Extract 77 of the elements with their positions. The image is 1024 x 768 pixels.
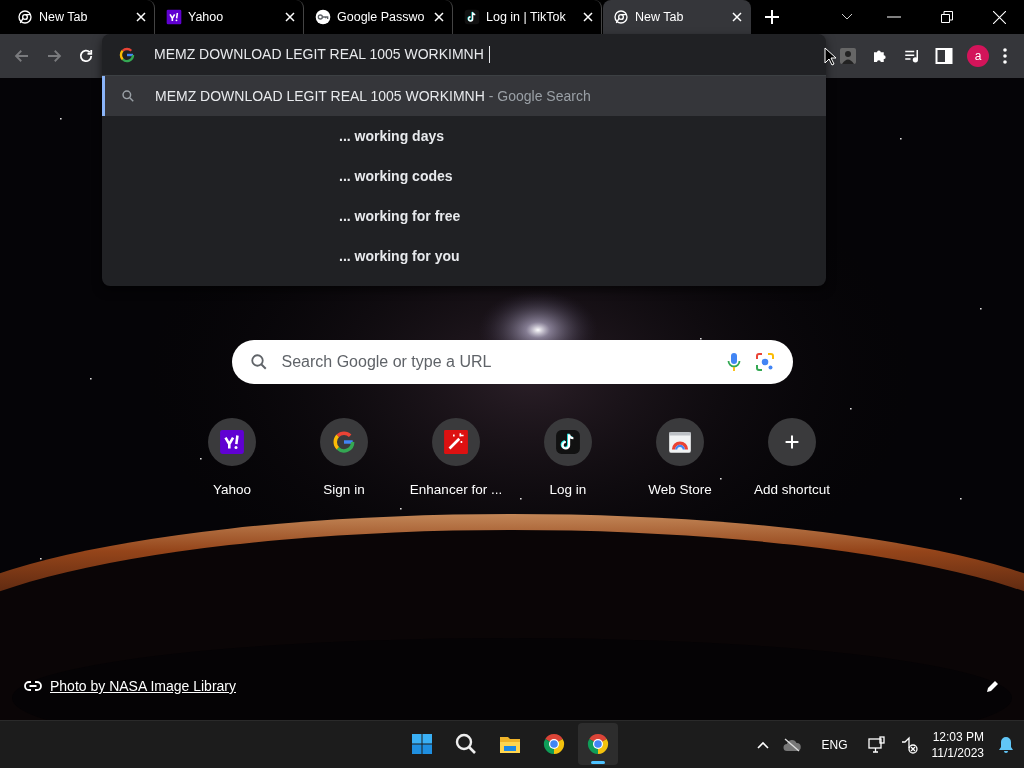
- music-note-icon: [555, 429, 581, 455]
- menu-icon[interactable]: [1003, 48, 1007, 64]
- magic-wand-icon: [443, 429, 469, 455]
- side-panel-icon[interactable]: [935, 47, 953, 65]
- music-note-icon: [464, 9, 480, 25]
- shortcut-tile[interactable]: Sign in: [288, 418, 400, 497]
- close-icon[interactable]: [434, 12, 444, 22]
- shortcut-tile[interactable]: Yahoo: [176, 418, 288, 497]
- restore-icon[interactable]: [941, 11, 953, 23]
- cursor-icon: [824, 47, 836, 66]
- photo-credit-link[interactable]: Photo by NASA Image Library: [50, 678, 236, 694]
- suggestion-row[interactable]: ... working for free: [102, 196, 826, 236]
- search-field[interactable]: Search Google or type a URL: [231, 340, 793, 384]
- suggestion-row[interactable]: ... working codes: [102, 156, 826, 196]
- tab-title: Log in | TikTok: [486, 10, 567, 24]
- close-icon[interactable]: [583, 12, 593, 22]
- shortcut-tile[interactable]: Enhancer for ...: [400, 418, 512, 497]
- shortcut-label: Enhancer for ...: [409, 482, 503, 497]
- microphone-icon[interactable]: [726, 352, 741, 372]
- clock-date[interactable]: 11/1/2023: [931, 744, 984, 761]
- suggestion-text: ... working for you: [339, 248, 460, 264]
- logo-icon: [166, 9, 182, 25]
- chevron-up-icon[interactable]: [757, 740, 770, 749]
- suggestion-row[interactable]: ... working days: [102, 116, 826, 156]
- suggestion-text: MEMZ DOWNLOAD LEGIT REAL 1005 WORKIMNH - Google Search: [155, 88, 591, 104]
- shortcut-label: Sign in: [323, 482, 365, 497]
- close-icon[interactable]: [993, 10, 1006, 24]
- search-placeholder: Search Google or type a URL: [281, 353, 493, 371]
- tab-title: New Tab: [635, 10, 685, 24]
- chrome-icon: [613, 9, 629, 25]
- shortcut-label: Yahoo: [212, 482, 251, 497]
- shortcut-tile[interactable]: Log in: [512, 418, 624, 497]
- shortcut-label: Add shortcut: [754, 482, 830, 497]
- profile-avatar[interactable]: a: [967, 45, 989, 67]
- browser-tab[interactable]: New Tab: [603, 0, 751, 34]
- clock-time[interactable]: 12:03 PM: [932, 728, 984, 745]
- shopping-bag-icon: [667, 429, 693, 455]
- multicolor-ring-icon: [118, 45, 136, 64]
- tab-title: Yahoo: [188, 10, 225, 24]
- search-icon: [249, 353, 268, 371]
- new-tab-icon[interactable]: [765, 10, 779, 24]
- bell-icon[interactable]: [998, 735, 1014, 754]
- cloud-off-icon[interactable]: [783, 737, 802, 752]
- reload-icon[interactable]: [77, 47, 95, 65]
- link-icon: [24, 681, 42, 691]
- media-queue-icon[interactable]: [903, 47, 921, 65]
- taskbar-app[interactable]: [578, 723, 618, 765]
- windows-icon: [410, 732, 434, 756]
- shortcut-tile[interactable]: Web Store: [624, 418, 736, 497]
- tab-title: New Tab: [39, 10, 89, 24]
- suggestion-text: ... working for free: [339, 208, 461, 224]
- shortcut-label: Log in: [549, 482, 587, 497]
- multicolor-ring-icon: [331, 429, 357, 455]
- shortcut-tile[interactable]: Add shortcut: [736, 418, 848, 497]
- search-icon: [454, 732, 478, 756]
- camera-lens-icon[interactable]: [754, 352, 775, 372]
- suggestion-text: ... working codes: [339, 168, 453, 184]
- pencil-icon[interactable]: [986, 679, 1000, 693]
- suggestion-row[interactable]: ... working for you: [102, 236, 826, 276]
- chrome-icon: [17, 9, 33, 25]
- logo-icon: [219, 429, 245, 455]
- search-icon: [121, 89, 135, 103]
- close-icon[interactable]: [285, 12, 295, 22]
- chrome-icon: [586, 732, 610, 756]
- close-icon[interactable]: [732, 12, 742, 22]
- suggestion-row[interactable]: MEMZ DOWNLOAD LEGIT REAL 1005 WORKIMNH - Google Search: [102, 76, 826, 116]
- speaker-muted-icon[interactable]: [899, 735, 918, 754]
- tab-title: Google Passwo: [337, 10, 426, 24]
- shortcut-label: Web Store: [648, 482, 712, 497]
- chrome-icon: [542, 732, 566, 756]
- monitor-icon[interactable]: [867, 735, 886, 754]
- chevron-down-icon[interactable]: [841, 13, 853, 21]
- extension-icon[interactable]: [839, 47, 857, 65]
- close-icon[interactable]: [136, 12, 146, 22]
- language-indicator[interactable]: ENG: [821, 737, 848, 752]
- key-icon: [315, 9, 331, 25]
- suggestion-text: ... working days: [339, 128, 445, 144]
